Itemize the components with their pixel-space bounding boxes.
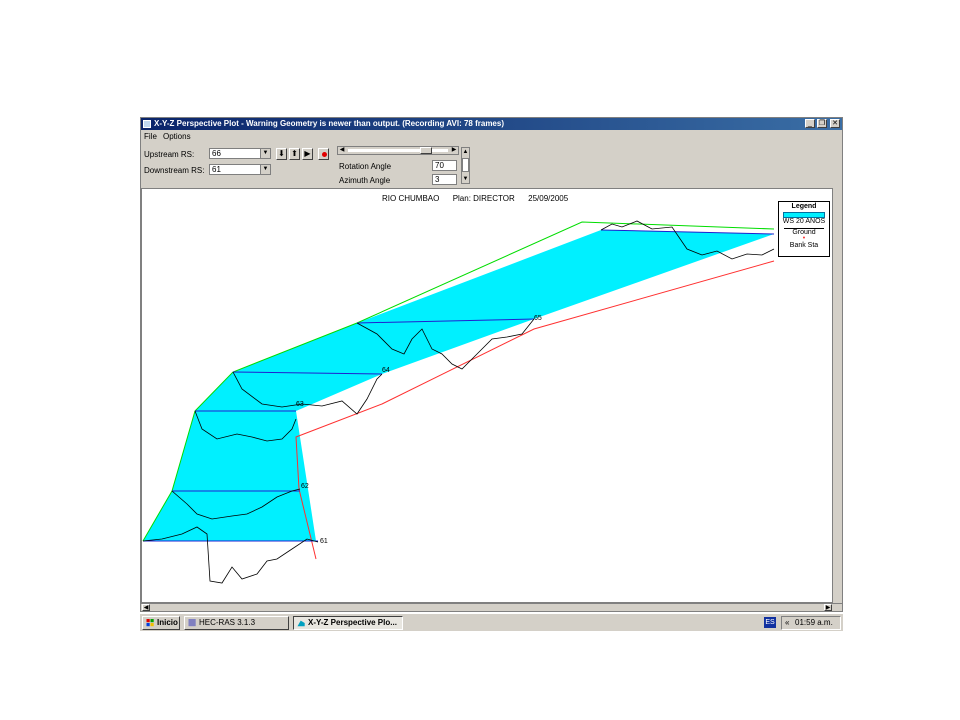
title-bar[interactable]: X-Y-Z Perspective Plot - Warning Geometr…	[141, 118, 842, 130]
slider-thumb[interactable]	[420, 147, 432, 154]
downstream-label: Downstream RS:	[144, 166, 205, 175]
menu-options[interactable]: Options	[163, 132, 191, 141]
slider-track	[348, 149, 448, 152]
rotation-angle-field[interactable]: 70	[432, 160, 457, 171]
windows-logo-icon	[146, 619, 154, 627]
xyz-perspective-window: X-Y-Z Perspective Plot - Warning Geometr…	[140, 117, 843, 612]
rotation-angle-label: Rotation Angle	[339, 162, 392, 171]
menu-bar: File Options	[141, 131, 842, 142]
scroll-thumb[interactable]	[462, 158, 469, 172]
taskbar-item-xyz-label: X-Y-Z Perspective Plo...	[308, 618, 397, 627]
water-surface-reach-1	[143, 230, 774, 541]
window-title: X-Y-Z Perspective Plot - Warning Geometr…	[154, 119, 504, 128]
legend-title: Legend	[791, 203, 817, 210]
upstream-rs-select[interactable]: 66 ▼	[209, 148, 271, 159]
move-up-button[interactable]: ⬆	[289, 148, 300, 160]
downstream-rs-select[interactable]: 61 ▼	[209, 164, 271, 175]
scroll-down-arrow-icon[interactable]: ▼	[462, 175, 469, 183]
station-label: 61	[320, 538, 328, 545]
legend-bank-label: Bank Sta	[789, 242, 819, 249]
scroll-left-arrow-icon[interactable]: ◀	[142, 604, 150, 611]
start-button[interactable]: Inicio	[142, 616, 180, 630]
chevron-down-icon[interactable]: ▼	[260, 149, 270, 158]
taskbar-item-hecras-label: HEC-RAS 3.1.3	[199, 618, 256, 627]
plot-app-icon	[297, 620, 305, 627]
tray-expand-icon[interactable]: «	[785, 617, 789, 629]
legend-box: Legend WS 20 ANOS Ground • Bank Sta	[778, 201, 830, 257]
station-label: 64	[382, 367, 390, 374]
taskbar-item-hecras[interactable]: HEC-RAS 3.1.3	[184, 616, 289, 630]
upstream-label: Upstream RS:	[144, 150, 195, 159]
station-label: 63	[296, 401, 304, 408]
taskbar-item-xyz-plot[interactable]: X-Y-Z Perspective Plo...	[293, 616, 403, 630]
system-tray: « 01:59 a.m.	[781, 616, 841, 630]
scroll-up-arrow-icon[interactable]: ▲	[462, 148, 469, 156]
scroll-right-arrow-icon[interactable]: ▶	[824, 604, 832, 611]
minimize-button[interactable]: _	[805, 119, 815, 128]
clock: 01:59 a.m.	[795, 618, 833, 627]
play-button[interactable]: ▶	[302, 148, 313, 160]
chevron-down-icon[interactable]: ▼	[260, 165, 270, 174]
maximize-button[interactable]: ❐	[817, 119, 827, 128]
azimuth-angle-label: Azimuth Angle	[339, 176, 391, 185]
rotation-slider[interactable]: ◀ ▶	[337, 146, 459, 155]
slider-right-arrow-icon[interactable]: ▶	[450, 147, 458, 154]
perspective-plot: RIO CHUMBAO Plan: DIRECTOR 25/09/2005 61…	[141, 188, 833, 603]
horizontal-scrollbar[interactable]: ◀ ▶	[141, 603, 842, 611]
station-label: 62	[301, 483, 309, 490]
slider-left-arrow-icon[interactable]: ◀	[338, 147, 346, 154]
legend-ws-label: WS 20 ANOS	[782, 218, 826, 225]
record-button[interactable]	[318, 148, 329, 160]
downstream-rs-value: 61	[212, 165, 221, 174]
move-down-button[interactable]: ⬇	[276, 148, 287, 160]
taskbar: Inicio HEC-RAS 3.1.3 X-Y-Z Perspective P…	[140, 613, 843, 631]
azimuth-scrollbar[interactable]: ▲ ▼	[461, 147, 470, 184]
record-icon	[322, 152, 327, 157]
hecras-app-icon	[188, 619, 196, 627]
language-indicator[interactable]: ES	[764, 617, 776, 628]
app-icon	[143, 120, 151, 128]
vertical-scrollbar[interactable]	[833, 188, 842, 603]
close-button[interactable]: ✕	[830, 119, 840, 128]
menu-file[interactable]: File	[144, 132, 157, 141]
station-label: 65	[534, 315, 542, 322]
azimuth-angle-field[interactable]: 3	[432, 174, 457, 185]
start-label: Inicio	[157, 618, 178, 627]
water-surface	[143, 230, 774, 541]
upstream-rs-value: 66	[212, 149, 221, 158]
river-perspective-svg: 61 62 63 64 65	[142, 220, 775, 584]
